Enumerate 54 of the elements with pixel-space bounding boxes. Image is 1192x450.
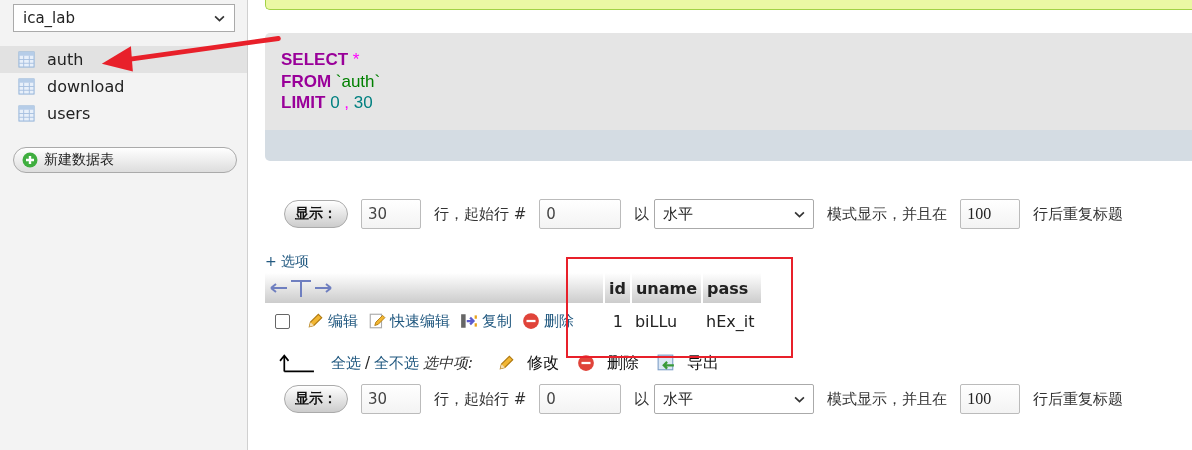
- copy-icon: [460, 312, 478, 330]
- column-header[interactable]: id: [604, 273, 631, 303]
- table-cell: hEx_it: [702, 303, 763, 339]
- pencil-icon: [497, 354, 516, 372]
- table-item[interactable]: download: [0, 73, 247, 100]
- show-button[interactable]: 显示：: [284, 200, 348, 228]
- repeat-headers-field[interactable]: 100: [960, 199, 1021, 229]
- select-none-link[interactable]: 全不选: [374, 353, 420, 373]
- rows-field[interactable]: 30: [361, 384, 421, 414]
- column-header[interactable]: uname: [630, 273, 703, 303]
- row-action-link[interactable]: 编辑: [306, 311, 358, 331]
- bulk-action-button[interactable]: 修改: [497, 352, 560, 374]
- column-header[interactable]: pass: [702, 273, 763, 303]
- mode-select[interactable]: 水平: [654, 199, 815, 229]
- new-table-button[interactable]: 新建数据表: [13, 147, 237, 173]
- pencil-icon: [306, 312, 324, 330]
- row-action-link[interactable]: 复制: [460, 311, 512, 331]
- delete-icon: [577, 354, 596, 372]
- select-all-link[interactable]: 全选: [331, 353, 361, 373]
- plus-icon: [22, 152, 38, 168]
- mode-label: 模式显示，并且在: [827, 389, 948, 409]
- repeat-label: 行后重复标题: [1033, 389, 1124, 409]
- rows-field[interactable]: 30: [361, 199, 421, 229]
- options-link[interactable]: + 选项: [265, 253, 310, 271]
- chevron-down-icon: [794, 210, 806, 218]
- table-cell: 1: [604, 303, 631, 339]
- delete-icon: [522, 312, 540, 330]
- repeat-headers-field[interactable]: 100: [960, 384, 1021, 414]
- row-action-link[interactable]: 快速编辑: [368, 311, 450, 331]
- repeat-label: 行后重复标题: [1033, 204, 1124, 224]
- mode-label: 模式显示，并且在: [827, 204, 948, 224]
- start-row-field[interactable]: 0: [539, 199, 622, 229]
- table-icon: [18, 78, 35, 95]
- rows-label: 行，起始行 #: [434, 389, 527, 409]
- note-pencil-icon: [368, 312, 386, 330]
- table-item[interactable]: users: [0, 100, 247, 127]
- show-button[interactable]: 显示：: [284, 385, 348, 413]
- corner-arrow-icon: [279, 353, 315, 373]
- sql-query: SELECT * FROM `auth` LIMIT 0 , 30: [265, 33, 1192, 130]
- table-icon: [18, 105, 35, 122]
- separator-text: /: [365, 354, 371, 372]
- mode-select[interactable]: 水平: [654, 384, 815, 414]
- rows-label: 行，起始行 #: [434, 204, 527, 224]
- resize-arrows-icon[interactable]: [269, 278, 333, 298]
- start-row-field[interactable]: 0: [539, 384, 622, 414]
- row-checkbox[interactable]: [275, 313, 290, 329]
- mode-by-label: 以: [634, 204, 650, 224]
- table-icon: [18, 51, 35, 68]
- database-select[interactable]: ica_lab: [13, 4, 235, 32]
- with-selected-label: 选中项:: [423, 353, 474, 373]
- chevron-down-icon: [214, 14, 225, 22]
- table-cell: biLLu: [630, 303, 703, 339]
- chevron-down-icon: [794, 395, 806, 403]
- mode-by-label: 以: [634, 389, 650, 409]
